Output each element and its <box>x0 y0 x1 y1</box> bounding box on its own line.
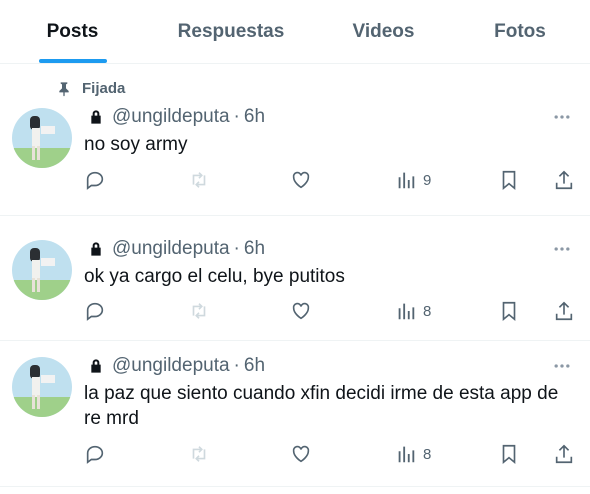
avatar[interactable] <box>12 108 72 168</box>
like-button[interactable] <box>290 442 312 466</box>
post-timestamp[interactable]: 6h <box>244 238 265 260</box>
pinned-label: Fijada <box>82 80 126 97</box>
post-handle[interactable]: @ungildeputa <box>112 106 230 128</box>
pin-icon <box>59 81 69 96</box>
post-actions: 9 <box>0 168 590 192</box>
post-header: @ungildeputa · 6h <box>88 355 265 377</box>
tab-posts-label: Posts <box>46 20 99 42</box>
reply-icon <box>86 171 104 190</box>
post-actions: 8 <box>0 442 590 466</box>
avatar[interactable] <box>12 357 72 417</box>
bookmark-icon <box>502 444 516 465</box>
tab-fotos-label: Fotos <box>494 20 546 42</box>
tab-respuestas[interactable]: Respuestas <box>145 0 317 63</box>
repost-button[interactable] <box>188 442 210 466</box>
bookmark-button[interactable] <box>498 168 520 192</box>
tab-respuestas-label: Respuestas <box>177 20 285 42</box>
post-handle[interactable]: @ungildeputa <box>112 238 230 260</box>
post-timestamp[interactable]: 6h <box>244 106 265 128</box>
more-icon[interactable] <box>552 107 572 127</box>
bookmark-button[interactable] <box>498 299 520 323</box>
post[interactable]: @ungildeputa · 6h ok ya cargo el celu, b… <box>0 216 590 341</box>
views-button[interactable]: 8 <box>395 299 431 323</box>
post-handle[interactable]: @ungildeputa <box>112 355 230 377</box>
repost-button[interactable] <box>188 299 210 323</box>
like-button[interactable] <box>290 168 312 192</box>
views-count: 8 <box>423 445 432 463</box>
profile-tabs: Posts Respuestas Videos Fotos <box>0 0 590 64</box>
reply-icon <box>86 302 104 321</box>
tab-videos-label: Videos <box>352 20 415 42</box>
views-button[interactable]: 9 <box>395 168 431 192</box>
share-button[interactable] <box>553 442 575 466</box>
active-tab-indicator <box>38 59 107 63</box>
lock-icon <box>91 242 101 256</box>
like-button[interactable] <box>290 299 312 323</box>
views-count: 9 <box>423 171 432 189</box>
share-icon <box>555 301 573 321</box>
more-icon[interactable] <box>552 239 572 259</box>
views-icon <box>398 172 415 189</box>
more-icon[interactable] <box>552 356 572 376</box>
views-button[interactable]: 8 <box>395 442 431 466</box>
reply-button[interactable] <box>84 168 106 192</box>
avatar[interactable] <box>12 240 72 300</box>
reply-button[interactable] <box>84 442 106 466</box>
repost-icon <box>192 303 206 319</box>
repost-button[interactable] <box>188 168 210 192</box>
tab-posts[interactable]: Posts <box>0 0 145 63</box>
header-separator: · <box>233 355 240 376</box>
post-text: no soy army <box>84 134 188 155</box>
views-icon <box>398 303 415 320</box>
reply-button[interactable] <box>84 299 106 323</box>
header-separator: · <box>233 106 240 127</box>
bookmark-button[interactable] <box>498 442 520 466</box>
reply-icon <box>86 445 104 464</box>
views-count: 8 <box>423 302 432 320</box>
lock-icon <box>91 359 101 373</box>
tab-videos[interactable]: Videos <box>317 0 450 63</box>
header-separator: · <box>233 238 240 259</box>
post-timestamp[interactable]: 6h <box>244 355 265 377</box>
like-icon <box>292 302 310 320</box>
post-header: @ungildeputa · 6h <box>88 238 265 260</box>
share-button[interactable] <box>553 168 575 192</box>
repost-icon <box>192 172 206 188</box>
post-text: ok ya cargo el celu, bye putitos <box>84 266 345 287</box>
share-icon <box>555 170 573 190</box>
like-icon <box>292 445 310 463</box>
bookmark-icon <box>502 170 516 191</box>
post-header: @ungildeputa · 6h <box>88 106 265 128</box>
lock-icon <box>91 110 101 124</box>
share-icon <box>555 444 573 464</box>
pinned-indicator: Fijada <box>56 80 125 97</box>
post-actions: 8 <box>0 299 590 323</box>
views-icon <box>398 446 415 463</box>
tab-fotos[interactable]: Fotos <box>450 0 590 63</box>
repost-icon <box>192 446 206 462</box>
bookmark-icon <box>502 301 516 322</box>
post[interactable]: @ungildeputa · 6h la paz que siento cuan… <box>0 341 590 487</box>
post-text: la paz que siento cuando xfin decidi irm… <box>84 383 559 429</box>
like-icon <box>292 171 310 189</box>
share-button[interactable] <box>553 299 575 323</box>
post-pinned[interactable]: Fijada @ungildeputa · 6h no soy army 9 <box>0 64 590 216</box>
